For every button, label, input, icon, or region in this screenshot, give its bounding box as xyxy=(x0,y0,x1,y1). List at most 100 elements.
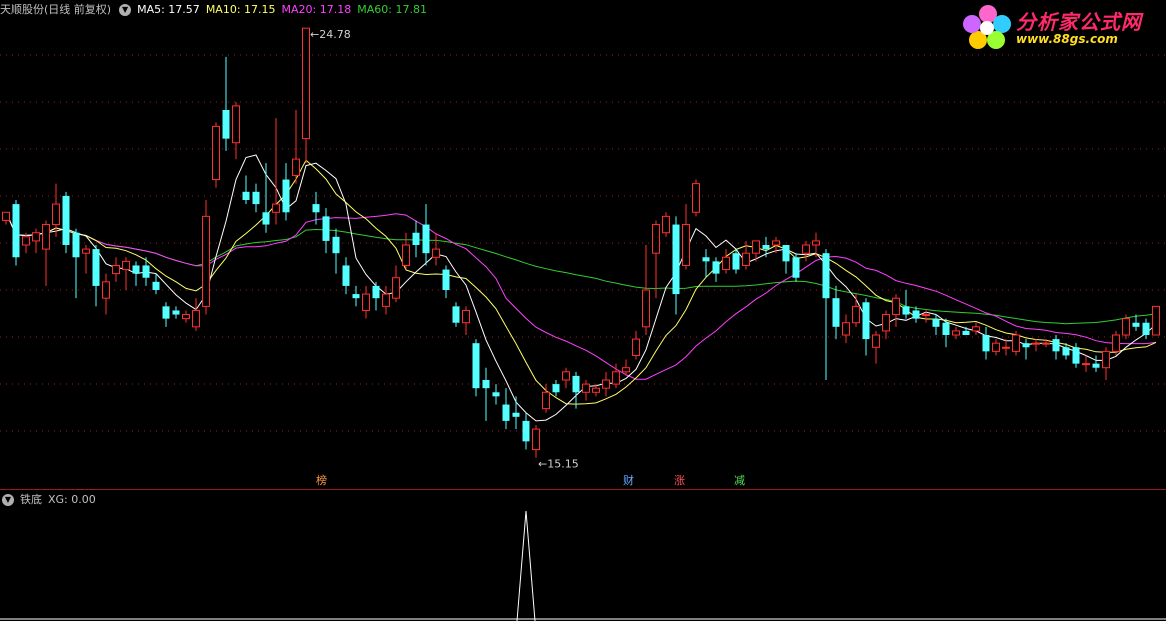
candlestick-chart: ←24.78 ←15.15 xyxy=(0,27,1166,471)
candle-body xyxy=(262,212,270,225)
ma20-label: MA20: 17.18 xyxy=(281,3,352,16)
low-price-label: ←15.15 xyxy=(538,458,579,471)
sub-settings-chevron-icon[interactable]: ▼ xyxy=(2,494,14,506)
candle-body xyxy=(692,183,700,213)
candle-body xyxy=(492,392,500,397)
candle-body xyxy=(762,245,770,250)
candle-body xyxy=(742,252,750,266)
flower-logo-icon xyxy=(963,5,1011,49)
candle-body xyxy=(12,204,20,258)
candle-body xyxy=(382,293,390,307)
candle-body xyxy=(1062,347,1070,356)
candle-body xyxy=(202,215,210,307)
candle-body xyxy=(612,371,620,385)
indicator-panel[interactable]: ▼ 铁底 XG: 0.00 xyxy=(0,490,1166,621)
candle-body xyxy=(302,27,310,140)
xg-signal-spike xyxy=(516,510,536,621)
logo-title: 分析家公式网 xyxy=(1016,10,1142,34)
candle-body xyxy=(72,232,80,258)
candle-body xyxy=(562,371,570,381)
event-marker-cai[interactable]: 财 xyxy=(623,474,634,488)
candle-body xyxy=(802,244,810,254)
candle-body xyxy=(962,330,970,335)
candle-body xyxy=(702,257,710,262)
stock-name: 天顺股份(日线 前复权) xyxy=(0,3,112,16)
candle-body xyxy=(602,379,610,389)
candle-body xyxy=(832,298,840,327)
candle-body xyxy=(392,277,400,299)
candle-body xyxy=(1092,363,1100,368)
candle-body xyxy=(1082,363,1090,366)
xg-value-label: XG: 0.00 xyxy=(48,493,96,506)
candle-body xyxy=(852,305,860,324)
ma60-label: MA60: 17.81 xyxy=(357,3,427,16)
candle-body xyxy=(102,281,110,299)
indicator-chart xyxy=(0,510,1166,621)
candle-body xyxy=(632,338,640,356)
candle-body xyxy=(622,367,630,373)
site-logo: 分析家公式网 www.88gs.com xyxy=(962,2,1162,52)
candle-body xyxy=(222,110,230,139)
candle-body xyxy=(1022,343,1030,348)
candle-body xyxy=(442,269,450,290)
candle-body xyxy=(732,253,740,270)
candle-body xyxy=(122,260,130,271)
candle-body xyxy=(972,326,980,332)
candle-body xyxy=(592,387,600,393)
candle-body xyxy=(752,240,760,254)
candle-body xyxy=(1002,346,1010,349)
candle-body xyxy=(402,244,410,266)
candle-body xyxy=(482,380,490,389)
main-chart-panel[interactable]: ←24.78 ←15.15 天顺股份(日线 前复权) ▼ MA5: 17.57 M… xyxy=(0,0,1166,490)
candle-body xyxy=(82,248,90,254)
candle-body xyxy=(532,428,540,451)
candle-body xyxy=(52,203,60,226)
candle-body xyxy=(472,343,480,389)
candle-body xyxy=(1072,347,1080,364)
candle-body xyxy=(992,342,1000,352)
ma5-line xyxy=(5,154,1157,422)
candle-body xyxy=(1152,305,1160,336)
ma5-label: MA5: 17.57 xyxy=(137,3,200,16)
main-settings-chevron-icon[interactable]: ▼ xyxy=(119,4,132,16)
candle-body xyxy=(162,306,170,319)
candle-body xyxy=(42,224,50,250)
event-marker-zhang[interactable]: 涨 xyxy=(674,474,685,488)
candle-body xyxy=(242,191,250,200)
candle-body xyxy=(1102,350,1110,369)
candle-body xyxy=(1012,334,1020,352)
candle-body xyxy=(342,265,350,286)
candle-body xyxy=(672,224,680,295)
ma10-line xyxy=(5,159,1157,405)
candle-body xyxy=(332,236,340,254)
candle-body xyxy=(362,293,370,311)
candle-body xyxy=(552,384,560,393)
candle-body xyxy=(1032,342,1040,345)
candle-body xyxy=(452,306,460,323)
candle-body xyxy=(142,265,150,278)
candle-body xyxy=(522,420,530,442)
event-marker-bang[interactable]: 榜 xyxy=(316,474,327,488)
indicator-name: 铁底 xyxy=(20,493,42,506)
candle-body xyxy=(932,318,940,327)
candle-body xyxy=(192,309,200,328)
candle-body xyxy=(32,232,40,242)
candle-body xyxy=(182,314,190,320)
candle-body xyxy=(772,240,780,246)
candle-body xyxy=(952,330,960,336)
candle-body xyxy=(152,281,160,290)
candle-body xyxy=(322,216,330,241)
candle-body xyxy=(232,105,240,144)
candle-body xyxy=(1042,342,1050,345)
main-header: 天顺股份(日线 前复权) ▼ MA5: 17.57 MA10: 17.15 MA… xyxy=(0,2,433,18)
ma10-label: MA10: 17.15 xyxy=(205,3,276,16)
candle-body xyxy=(282,179,290,213)
candle-body xyxy=(2,211,10,221)
candle-body xyxy=(62,195,70,245)
candle-body xyxy=(132,265,140,274)
candle-body xyxy=(252,191,260,205)
candle-body xyxy=(212,125,220,181)
event-marker-jian[interactable]: 减 xyxy=(734,474,745,488)
candle-body xyxy=(892,297,900,316)
candle-body xyxy=(22,236,30,246)
